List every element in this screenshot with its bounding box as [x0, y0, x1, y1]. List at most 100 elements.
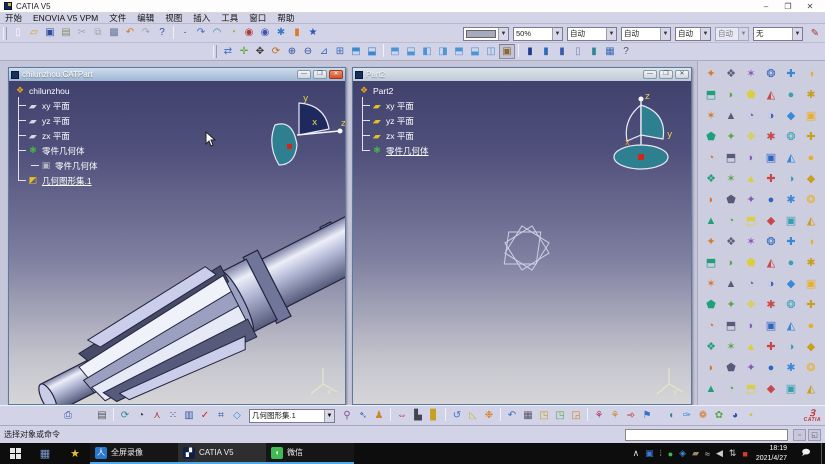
- axis-system-icon[interactable]: ⋏: [149, 408, 165, 423]
- combo-arrow-icon[interactable]: ▼: [606, 27, 616, 40]
- lock-icon[interactable]: ▊: [426, 408, 442, 423]
- status-dock-button-2[interactable]: ◱: [808, 429, 821, 441]
- normal-view-icon[interactable]: ⊿: [316, 44, 332, 59]
- tree-node-part[interactable]: ❖ Part2: [356, 83, 429, 98]
- link-b-icon[interactable]: ➴: [355, 408, 371, 423]
- tree-node-partbody[interactable]: ✱ 零件几何体: [356, 143, 429, 158]
- sidebar-tool-icon[interactable]: ✶: [741, 63, 761, 84]
- tree-node-part[interactable]: ❖ chilunzhou: [12, 83, 98, 98]
- sidebar-tool-icon[interactable]: ◆: [761, 378, 781, 399]
- combo-arrow-icon[interactable]: ▼: [792, 27, 802, 40]
- sidebar-tool-icon[interactable]: ❂: [781, 294, 801, 315]
- menu-item-视图[interactable]: 视图: [165, 12, 182, 24]
- sidebar-tool-icon[interactable]: ◭: [781, 147, 801, 168]
- sidebar-tool-icon[interactable]: ✚: [761, 168, 781, 189]
- sidebar-tool-icon[interactable]: ◗: [721, 252, 741, 273]
- arc-icon[interactable]: ◠: [209, 26, 225, 41]
- view-iso-icon[interactable]: ◫: [483, 44, 499, 59]
- rotate-icon[interactable]: ⟳: [268, 44, 284, 59]
- mean-dimensions-icon[interactable]: ◔: [133, 408, 149, 423]
- sidebar-tool-icon[interactable]: ❂: [801, 357, 821, 378]
- sidebar-tool-icon[interactable]: ▣: [761, 315, 781, 336]
- sidebar-tool-icon[interactable]: ⬟: [701, 126, 721, 147]
- menu-item-编辑[interactable]: 编辑: [137, 12, 154, 24]
- cat-tool-1-icon[interactable]: ◖: [663, 408, 679, 423]
- sidebar-tool-icon[interactable]: ◔: [741, 273, 761, 294]
- sidebar-tool-icon[interactable]: ✚: [801, 294, 821, 315]
- sidebar-tool-icon[interactable]: ◭: [801, 210, 821, 231]
- sidebar-tool-icon[interactable]: ▲: [721, 105, 741, 126]
- menu-item-文件[interactable]: 文件: [109, 12, 126, 24]
- measure-icon[interactable]: ⌗: [213, 408, 229, 423]
- compass-right[interactable]: z y x: [605, 89, 677, 181]
- undo-icon[interactable]: ↶: [122, 26, 138, 41]
- menu-item-工具[interactable]: 工具: [221, 12, 238, 24]
- tray-shield-icon[interactable]: ◈: [679, 448, 686, 459]
- sidebar-tool-icon[interactable]: ✚: [761, 336, 781, 357]
- sidebar-tool-icon[interactable]: ❖: [721, 231, 741, 252]
- viewport-right[interactable]: ❖ Part2 ▰ xy 平面 ▰ yz 平面 ▰ zx 平面 ✱ 零件几何体 z y: [353, 81, 691, 404]
- sidebar-tool-icon[interactable]: ▣: [801, 105, 821, 126]
- view-back-icon[interactable]: ⬓: [403, 44, 419, 59]
- powercopy-b-icon[interactable]: ⚘: [607, 408, 623, 423]
- show-desktop-button[interactable]: [821, 443, 825, 464]
- sidebar-tool-icon[interactable]: ◗: [701, 189, 721, 210]
- view-left-icon[interactable]: ◧: [419, 44, 435, 59]
- child-title-bar[interactable]: chilunzhou.CATPart — ❐ ✕: [9, 68, 345, 81]
- sidebar-tool-icon[interactable]: ●: [801, 147, 821, 168]
- sidebar-tool-icon[interactable]: ◑: [801, 231, 821, 252]
- redo-icon[interactable]: ↷: [138, 26, 154, 41]
- fit-all-in-icon[interactable]: ✛: [236, 44, 252, 59]
- tray-expand-icon[interactable]: ∧: [633, 448, 640, 459]
- render-wireframe-icon[interactable]: ▦: [602, 44, 618, 59]
- tray-green-icon[interactable]: ●: [668, 449, 673, 459]
- cat-tool-3-icon[interactable]: ❁: [695, 408, 711, 423]
- sidebar-tool-icon[interactable]: ❂: [781, 126, 801, 147]
- combo-arrow-icon[interactable]: ▼: [660, 27, 670, 40]
- paste-icon[interactable]: ▩: [106, 26, 122, 41]
- person-icon[interactable]: ♟: [371, 408, 387, 423]
- tree-node-plane[interactable]: ▰ xy 平面: [12, 98, 98, 113]
- status-dock-button-1[interactable]: ▫: [793, 429, 806, 441]
- sidebar-tool-icon[interactable]: ▣: [801, 273, 821, 294]
- maximize-button[interactable]: ❐: [777, 1, 799, 12]
- sidebar-tool-icon[interactable]: ◑: [781, 336, 801, 357]
- sidebar-tool-icon[interactable]: ✱: [801, 252, 821, 273]
- sidebar-tool-icon[interactable]: ◗: [741, 147, 761, 168]
- shading-cube-icon[interactable]: ⬓: [364, 44, 380, 59]
- iso-view-cube-icon[interactable]: ⬒: [348, 44, 364, 59]
- measure-inertia-icon[interactable]: ▙: [410, 408, 426, 423]
- child-title-bar[interactable]: Part2 — ❐ ✕: [353, 68, 691, 81]
- sidebar-tool-icon[interactable]: ▣: [761, 147, 781, 168]
- render-quick-hidden-icon[interactable]: ▯: [570, 44, 586, 59]
- sidebar-tool-icon[interactable]: ✶: [721, 336, 741, 357]
- sidebar-tool-icon[interactable]: ◔: [741, 105, 761, 126]
- sidebar-tool-icon[interactable]: ◑: [801, 63, 821, 84]
- powercopy-a-icon[interactable]: ⚘: [591, 408, 607, 423]
- cat-tool-2-icon[interactable]: ✑: [679, 408, 695, 423]
- fly-mode-icon[interactable]: ⇄: [220, 44, 236, 59]
- tray-volume-icon[interactable]: ◀: [716, 448, 723, 459]
- constraints-icon[interactable]: ⁙: [165, 408, 181, 423]
- line-type-combo[interactable]: 自动 ▼: [621, 26, 671, 41]
- quick-print-icon[interactable]: ▤: [94, 408, 110, 423]
- view-front-icon[interactable]: ⬒: [387, 44, 403, 59]
- sidebar-tool-icon[interactable]: ◭: [761, 252, 781, 273]
- tray-network-icon[interactable]: ≈: [705, 449, 710, 459]
- sidebar-tool-icon[interactable]: ✱: [781, 357, 801, 378]
- sidebar-tool-icon[interactable]: ❖: [701, 336, 721, 357]
- powercopy-c-icon[interactable]: ➾: [623, 408, 639, 423]
- child-restore-button[interactable]: ❐: [659, 70, 673, 79]
- sidebar-tool-icon[interactable]: ✶: [701, 105, 721, 126]
- tree-node-plane[interactable]: ▰ yz 平面: [356, 113, 429, 128]
- sidebar-tool-icon[interactable]: ✱: [761, 294, 781, 315]
- child-minimize-button[interactable]: —: [643, 70, 657, 79]
- cat-tool-6-icon[interactable]: •: [743, 408, 759, 423]
- sidebar-tool-icon[interactable]: ✱: [781, 189, 801, 210]
- sidebar-tool-icon[interactable]: ▲: [701, 210, 721, 231]
- print-view-icon[interactable]: ⎙: [60, 408, 76, 423]
- sidebar-tool-icon[interactable]: ⬒: [741, 210, 761, 231]
- tree-node-plane[interactable]: ▰ zx 平面: [12, 128, 98, 143]
- taskbar-button-微信[interactable]: ◖ 微信: [266, 443, 354, 464]
- select-point-icon[interactable]: ·: [177, 26, 193, 41]
